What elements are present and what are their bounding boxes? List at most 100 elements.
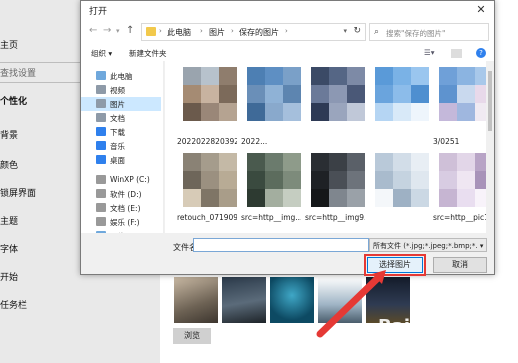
settings-item-start[interactable]: 开始 [0,270,18,283]
thumbnail-tile [311,153,329,171]
file-thumbnail[interactable] [183,67,237,121]
thumbnail-tile [283,189,301,207]
thumbnail-tile [329,189,347,207]
file-thumbnail[interactable] [183,153,237,207]
thumbnail-tile [311,67,329,85]
file-type-select[interactable]: 所有文件 (*.jpg;*.jpeg;*.bmp;*. ▾ [369,238,487,252]
file-thumbnail[interactable] [311,153,365,207]
search-box[interactable]: ⌕ 搜索"保存的图片" [369,23,489,41]
settings-item-background[interactable]: 背景 [0,128,18,141]
thumbnail-tile [347,103,365,121]
recent-picture-thumbnail[interactable] [270,277,314,323]
breadcrumb-pictures[interactable]: 图片 [209,27,225,38]
recent-locations-icon[interactable]: ▾ [116,27,120,35]
breadcrumb-this-pc[interactable]: 此电脑 [167,27,191,38]
settings-search[interactable]: 查找设置 [0,66,36,79]
drive-icon [96,203,106,212]
new-folder-button[interactable]: 新建文件夹 [129,48,167,59]
nav-item-label: 此电脑 [110,72,133,81]
nav-item[interactable]: 图片 [81,97,161,111]
nav-item[interactable]: 娱乐 (F:) [81,215,161,229]
close-icon[interactable]: ✕ [474,3,488,16]
nav-item[interactable]: 文档 [81,111,161,125]
thumbnail-tile [283,103,301,121]
address-bar[interactable]: › 此电脑 › 图片 › 保存的图片 › ▾ ↻ [141,23,366,41]
desktop-icon [96,155,106,164]
nav-item[interactable]: 桌面 [81,153,161,167]
thumbnail-tile [375,85,393,103]
document-icon [96,113,106,122]
settings-item-fonts[interactable]: 字体 [0,242,18,255]
nav-item[interactable]: 音乐 [81,139,161,153]
thumbnail-tile [329,85,347,103]
file-view: 20220228203927.png retouch_0719095347.jpg… [165,61,494,233]
chevron-right-icon: › [200,27,203,35]
settings-item-lockscreen[interactable]: 锁屏界面 [0,186,36,199]
thumbnail-tile [183,67,201,85]
nav-item[interactable]: 视频 [81,83,161,97]
thumbnail-tile [283,67,301,85]
up-arrow-icon[interactable]: ↑ [126,25,134,36]
thumbnail-tile [457,189,475,207]
thumbnail-tile [457,67,475,85]
nav-item[interactable]: 文档 (E:) [81,201,161,215]
thumbnail-tile [219,171,237,189]
thumbnail-tile [183,153,201,171]
settings-item-themes[interactable]: 主题 [0,214,18,227]
thumbnail-tile [265,153,283,171]
file-thumbnail[interactable] [375,67,429,121]
thumbnail-tile [247,67,265,85]
file-thumbnail[interactable] [439,153,493,207]
pictures-icon [96,99,106,108]
thumbnail-tile [375,103,393,121]
help-icon[interactable]: ? [476,48,486,58]
thumbnail-tile [347,85,365,103]
breadcrumb-saved-pictures[interactable]: 保存的图片 [239,27,279,38]
thumbnail-tile [219,189,237,207]
settings-home[interactable]: 主页 [0,38,18,51]
nav-item[interactable]: 软件 (D:) [81,187,161,201]
thumbnail-tile [201,171,219,189]
file-thumbnail[interactable] [247,67,301,121]
thumbnail-tile [411,153,429,171]
refresh-icon[interactable]: ↻ [353,26,361,36]
file-thumbnail[interactable] [375,153,429,207]
back-arrow-icon[interactable]: ← [89,25,97,36]
thumbnail-tile [375,153,393,171]
file-thumbnail[interactable] [439,67,493,121]
thumbnail-tile [219,85,237,103]
browse-button[interactable]: 浏览 [173,328,211,344]
nav-item[interactable]: 此电脑 [81,69,161,83]
thumbnail-tile [439,171,457,189]
thumbnail-tile [201,153,219,171]
thumbnail-tile [201,67,219,85]
recent-picture-thumbnail[interactable] [174,277,218,323]
download-icon [96,127,106,136]
thumbnail-tile [219,103,237,121]
nav-item[interactable]: WinXP (C:) [81,173,161,187]
thumbnail-tile [311,189,329,207]
thumbnail-tile [265,189,283,207]
view-options-icon[interactable]: ☰▾ [424,48,435,57]
navigation-bar: ← → ▾ ↑ › 此电脑 › 图片 › 保存的图片 › ▾ ↻ ⌕ 搜索"保存… [81,19,494,45]
settings-item-taskbar[interactable]: 任务栏 [0,298,27,311]
file-thumbnail[interactable] [247,153,301,207]
thumbnail-tile [329,171,347,189]
cancel-button[interactable]: 取消 [433,257,487,273]
drive-icon [96,175,106,184]
file-name: 2022... [241,137,268,146]
thumbnail-tile [329,67,347,85]
recent-picture-thumbnail[interactable] [222,277,266,323]
nav-item[interactable]: 下载 [81,125,161,139]
divider [0,62,80,63]
folder-icon [146,27,156,36]
drive-icon [96,189,106,198]
chevron-down-icon[interactable]: ▾ [343,27,347,35]
preview-pane-icon[interactable] [451,49,462,58]
organize-menu[interactable]: 组织 ▾ [91,48,112,59]
scrollbar-thumb[interactable] [488,71,492,131]
filename-input[interactable] [193,238,369,252]
file-thumbnail[interactable] [311,67,365,121]
forward-arrow-icon[interactable]: → [103,25,111,36]
settings-item-colors[interactable]: 颜色 [0,158,18,171]
